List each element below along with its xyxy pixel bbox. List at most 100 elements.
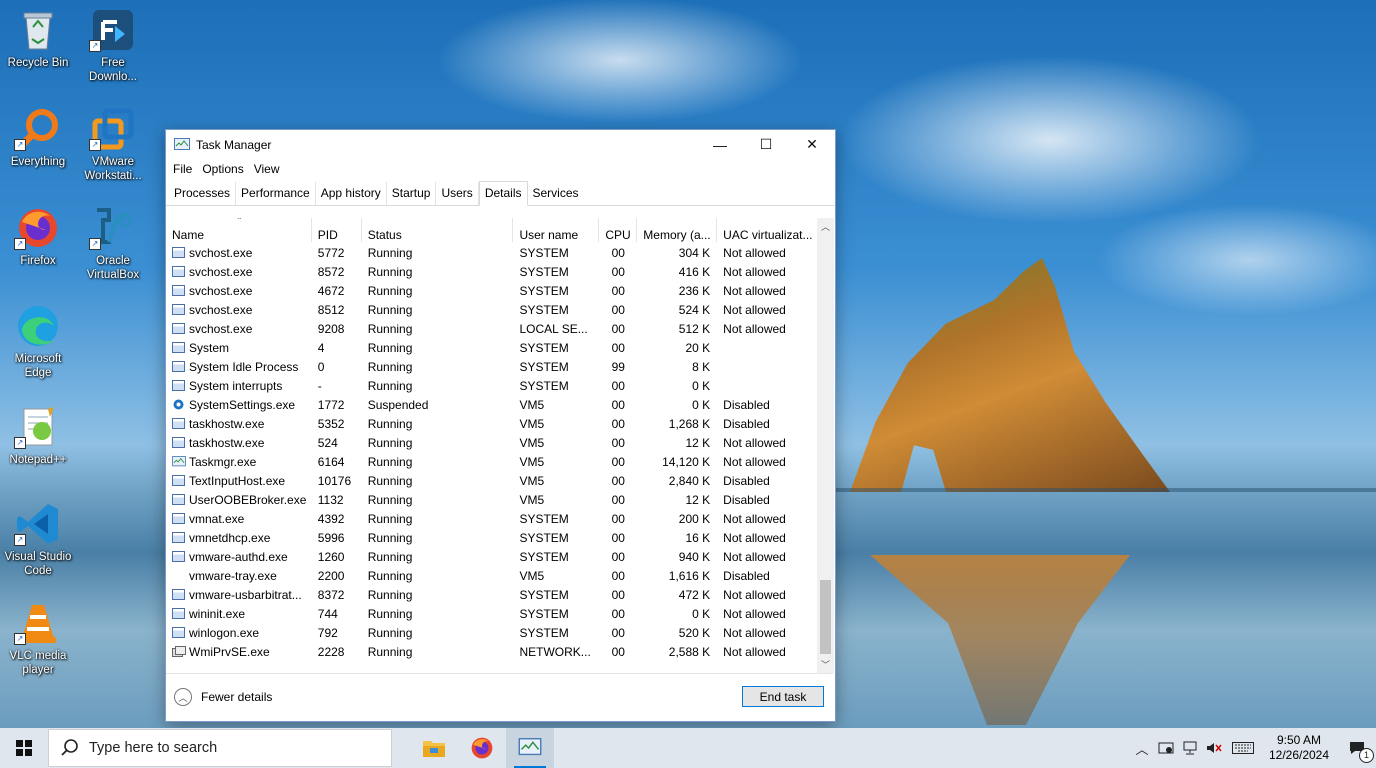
- menu-view[interactable]: View: [249, 162, 285, 176]
- minimize-button[interactable]: —: [697, 130, 743, 159]
- maximize-button[interactable]: ☐: [743, 130, 789, 159]
- table-row[interactable]: TextInputHost.exe 10176 Running VM5 00 2,840 …: [166, 471, 817, 490]
- taskbar-file-explorer[interactable]: [410, 728, 458, 768]
- table-row[interactable]: taskhostw.exe 524 Running VM5 00 12 K Not allo…: [166, 433, 817, 452]
- title-bar[interactable]: Task Manager — ☐ ✕: [166, 130, 835, 159]
- taskbar-firefox[interactable]: [458, 728, 506, 768]
- cpu-cell: 00: [611, 340, 625, 355]
- pid-cell: 10176: [317, 473, 352, 488]
- table-row[interactable]: svchost.exe 8572 Running SYSTEM 00 416 K Not a…: [166, 262, 817, 281]
- service-host-icon: [172, 304, 185, 315]
- table-row[interactable]: winlogon.exe 792 Running SYSTEM 00 520 K Not a…: [166, 623, 817, 642]
- taskbar-task-manager[interactable]: [506, 728, 554, 768]
- tab-startup[interactable]: Startup: [387, 182, 437, 205]
- start-button[interactable]: [0, 728, 48, 768]
- tab-users[interactable]: Users: [436, 182, 479, 205]
- tab-performance[interactable]: Performance: [236, 182, 316, 205]
- network-icon[interactable]: [1178, 728, 1202, 768]
- footer-bar: ︿ Fewer details End task: [166, 673, 833, 721]
- column-header-uac[interactable]: UAC virtualizat...: [717, 218, 817, 242]
- shortcut-arrow-icon: ↗: [14, 139, 26, 151]
- uac-virtualization-cell: Disabled: [723, 416, 770, 431]
- desktop-icon-firefox[interactable]: ↗ Firefox: [0, 206, 76, 268]
- uac-virtualization-cell: Not allowed: [723, 321, 786, 336]
- notification-icon[interactable]: 1: [1338, 728, 1376, 768]
- table-row[interactable]: svchost.exe 4672 Running SYSTEM 00 236 K Not a…: [166, 281, 817, 300]
- table-row[interactable]: svchost.exe 9208 Running LOCAL SE... 00 512 K…: [166, 319, 817, 338]
- table-row[interactable]: UserOOBEBroker.exe 1132 Running VM5 00 12 K Di…: [166, 490, 817, 509]
- tab-app-history[interactable]: App history: [316, 182, 387, 205]
- tab-services[interactable]: Services: [528, 182, 584, 205]
- memory-cell: 1,616 K: [668, 568, 711, 583]
- end-task-button[interactable]: End task: [742, 686, 824, 707]
- table-row[interactable]: svchost.exe 8512 Running SYSTEM 00 524 K Not a…: [166, 300, 817, 319]
- chevron-up-icon[interactable]: ︿: [1130, 728, 1154, 768]
- close-button[interactable]: ✕: [789, 130, 835, 159]
- desktop-icon-vlc[interactable]: ↗ VLC media player: [0, 601, 76, 677]
- firefox-icon: [471, 737, 493, 759]
- column-header-memory[interactable]: Memory (a...: [637, 218, 718, 242]
- taskbar-search-box[interactable]: Type here to search: [48, 729, 392, 767]
- tab-details[interactable]: Details: [478, 181, 528, 206]
- table-row[interactable]: vmware-authd.exe 1260 Running SYSTEM 00 940 K…: [166, 547, 817, 566]
- desktop-icon-notepadpp[interactable]: ↗ Notepad++: [0, 405, 76, 467]
- fewer-details-button[interactable]: ︿ Fewer details: [174, 688, 272, 706]
- volume-muted-icon[interactable]: [1202, 728, 1226, 768]
- desktop-icon-virtualbox[interactable]: ↗ Oracle VirtualBox: [75, 206, 151, 282]
- network-security-icon[interactable]: [1154, 728, 1178, 768]
- scroll-down-icon[interactable]: ﹀: [817, 656, 834, 673]
- wallpaper-rock: [850, 258, 1170, 492]
- table-row[interactable]: vmnetdhcp.exe 5996 Running SYSTEM 00 16 K Not …: [166, 528, 817, 547]
- pid-cell: 8512: [317, 302, 345, 317]
- table-row[interactable]: wininit.exe 744 Running SYSTEM 00 0 K Not allo…: [166, 604, 817, 623]
- scrollbar-thumb[interactable]: [820, 580, 831, 654]
- status-cell: Running: [367, 264, 413, 279]
- process-window-icon: [172, 361, 185, 372]
- desktop-icon-vscode[interactable]: ↗ Visual Studio Code: [0, 502, 76, 578]
- status-cell: Running: [367, 511, 413, 526]
- column-header-status[interactable]: Status: [362, 218, 514, 242]
- table-row[interactable]: Taskmgr.exe 6164 Running VM5 00 14,120 K Not a…: [166, 452, 817, 471]
- table-row[interactable]: vmware-tray.exe 2200 Running VM5 00 1,616 K Di…: [166, 566, 817, 585]
- process-name: vmware-tray.exe: [189, 568, 277, 583]
- table-row[interactable]: vmnat.exe 4392 Running SYSTEM 00 200 K Not all…: [166, 509, 817, 528]
- table-row[interactable]: System Idle Process 0 Running SYSTEM 99 8 K: [166, 357, 817, 376]
- uac-virtualization-cell: Not allowed: [723, 435, 786, 450]
- table-row[interactable]: svchost.exe 5772 Running SYSTEM 00 304 K Not a…: [166, 243, 817, 262]
- process-name: Taskmgr.exe: [189, 454, 257, 469]
- column-header-pid[interactable]: PID: [312, 218, 362, 242]
- table-row[interactable]: System interrupts - Running SYSTEM 00 0 K: [166, 376, 817, 395]
- table-row[interactable]: SystemSettings.exe 1772 Suspended VM5 00 0 K D…: [166, 395, 817, 414]
- task-manager-window: Task Manager — ☐ ✕ File Options View Pro…: [165, 129, 836, 722]
- tab-strip: Processes Performance App history Startu…: [166, 179, 835, 206]
- table-row[interactable]: System 4 Running SYSTEM 00 20 K: [166, 338, 817, 357]
- scroll-up-icon[interactable]: ︿: [817, 218, 834, 235]
- menu-file[interactable]: File: [168, 162, 197, 176]
- table-row[interactable]: taskhostw.exe 5352 Running VM5 00 1,268 K Disa…: [166, 414, 817, 433]
- column-header-cpu[interactable]: CPU: [599, 218, 638, 242]
- keyboard-icon[interactable]: [1226, 728, 1260, 768]
- status-cell: Running: [367, 473, 413, 488]
- desktop-icon-edge[interactable]: Microsoft Edge: [0, 304, 76, 380]
- column-header-user-name[interactable]: User name: [513, 218, 600, 242]
- vertical-scrollbar[interactable]: ︿ ﹀: [817, 218, 834, 673]
- process-name: winlogon.exe: [189, 625, 260, 640]
- windows-logo-icon: [16, 740, 32, 756]
- pid-cell: 5772: [317, 245, 345, 260]
- process-name-cell: svchost.exe: [166, 284, 312, 298]
- status-cell: Running: [367, 492, 413, 507]
- tab-processes[interactable]: Processes: [169, 182, 237, 205]
- table-row[interactable]: WmiPrvSE.exe 2228 Running NETWORK... 00 2,588…: [166, 642, 817, 661]
- wallpaper-reflection: [870, 555, 1130, 725]
- desktop-icon-vmware[interactable]: ↗ VMware Workstati...: [75, 107, 151, 183]
- desktop-icon-recycle-bin[interactable]: Recycle Bin: [0, 8, 76, 70]
- table-row[interactable]: vmware-usbarbitrat... 8372 Running SYSTEM 00…: [166, 585, 817, 604]
- desktop-icon-free-download-manager[interactable]: ↗ Free Downlo...: [75, 8, 151, 84]
- process-window-icon: [172, 437, 185, 448]
- desktop-icon-everything[interactable]: ↗ Everything: [0, 107, 76, 169]
- menu-options[interactable]: Options: [197, 162, 248, 176]
- status-cell: Running: [367, 454, 413, 469]
- user-name-cell: NETWORK...: [519, 644, 591, 659]
- process-window-icon: [172, 380, 185, 391]
- clock[interactable]: 9:50 AM 12/26/2024: [1260, 733, 1338, 763]
